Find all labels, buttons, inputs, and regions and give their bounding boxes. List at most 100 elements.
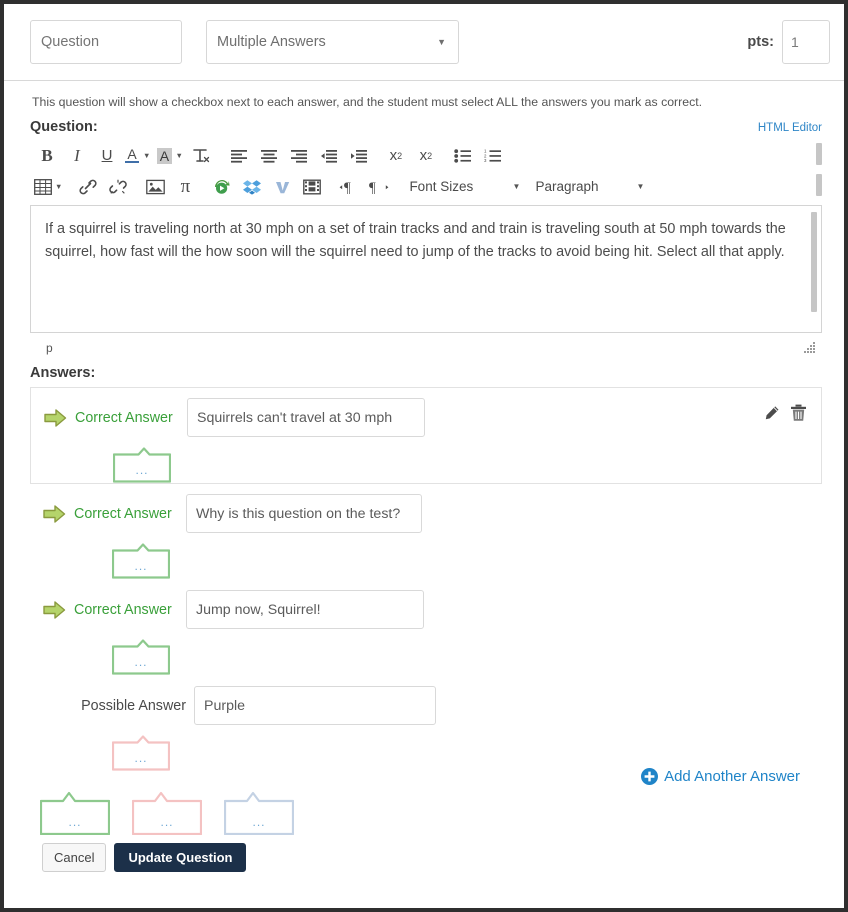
answer-comment-bubble[interactable]: ... [112,447,172,483]
answer-status-label: Correct Answer [74,505,172,522]
answer-text-input[interactable] [194,686,436,725]
question-text-editor[interactable]: If a squirrel is traveling north at 30 m… [30,205,822,333]
answer-row[interactable]: Correct Answer ... [30,484,822,580]
table-icon[interactable] [32,173,54,201]
svg-text:¶: ¶ [369,180,376,195]
rtl-direction-icon[interactable]: ¶ [364,173,394,201]
bubble-dots: ... [135,463,149,477]
question-label: Question: [30,119,98,135]
background-color-button[interactable]: A ▼ [154,142,186,170]
font-sizes-select[interactable]: Font Sizes ▼ [401,173,527,201]
bold-icon[interactable]: B [32,142,62,170]
correct-answer-arrow-icon [42,503,68,525]
question-name-input[interactable] [30,20,182,64]
bubble-dots: ... [134,751,148,765]
subscript-icon[interactable]: x2 [411,142,441,170]
paragraph-select[interactable]: Paragraph ▼ [527,173,651,201]
chevron-down-icon: ▼ [512,182,521,191]
underline-icon[interactable]: U [92,142,122,170]
points-label: pts: [747,34,774,50]
text-color-icon[interactable]: A [122,142,142,170]
answer-text-input[interactable] [186,590,424,629]
editor-resize-grip[interactable] [804,342,816,354]
answer-row[interactable]: Correct Answer ... [30,580,822,676]
answer-text-input[interactable] [186,494,422,533]
points-input[interactable] [782,20,830,64]
answer-top-row: Correct Answer [43,398,811,437]
numbered-list-icon[interactable]: 123 [478,142,508,170]
editor-scrollbar-thumb[interactable] [811,212,817,312]
editor-statusbar: p [30,333,822,363]
italic-icon[interactable]: I [62,142,92,170]
font-sizes-value: Font Sizes [409,179,474,194]
answers-label: Answers: [30,365,96,381]
cancel-button[interactable]: Cancel [42,843,107,872]
superscript-icon[interactable]: x2 [381,142,411,170]
general-comment-bubble[interactable]: ... [223,791,295,836]
answer-status-label: Correct Answer [74,601,172,618]
question-type-value: Multiple Answers [217,34,326,50]
question-text: If a squirrel is traveling north at 30 m… [45,221,786,261]
editor-scrollbar[interactable] [810,208,819,330]
question-type-hint: This question will show a checkbox next … [32,95,703,109]
answer-comment-bubble[interactable]: ... [111,735,171,771]
align-right-icon[interactable] [284,142,314,170]
bubble-dots: ... [252,815,266,829]
chevron-down-icon: ▼ [175,151,183,160]
answer-top-row: Correct Answer [42,494,812,533]
general-comment-bubbles: ... ... ... [30,785,822,836]
question-header-bar: Multiple Answers ▼ pts: [4,4,844,81]
answer-row[interactable]: Correct Answer ... [30,387,822,484]
answer-status-label: Correct Answer [75,409,173,426]
svg-text:¶: ¶ [344,180,351,195]
question-type-select[interactable]: Multiple Answers ▼ [206,20,459,64]
answer-text-input[interactable] [187,398,425,437]
text-color-button[interactable]: A ▼ [122,142,154,170]
background-color-icon[interactable]: A [154,142,174,170]
link-icon[interactable] [73,173,103,201]
align-center-icon[interactable] [254,142,284,170]
table-button[interactable]: ▼ [32,173,66,201]
answer-comment-bubble[interactable]: ... [111,543,171,579]
bubble-dots: ... [68,815,82,829]
toolbar-row-1: B I U A ▼ A ▼ x 2 x 2 1 2 3 [30,140,822,171]
vimeo-icon[interactable] [267,173,297,201]
delete-answer-icon[interactable] [790,404,807,427]
edit-answer-icon[interactable] [763,405,780,427]
bubble-dots: ... [134,655,148,669]
incorrect-comment-bubble[interactable]: ... [131,791,203,836]
chevron-down-icon: ▼ [143,151,151,160]
element-path: p [46,341,53,355]
align-left-icon[interactable] [224,142,254,170]
footer-actions: Cancel Update Question [30,835,822,872]
toolbar-scrollbar-1[interactable] [816,143,822,165]
film-icon[interactable] [297,173,327,201]
math-equation-icon[interactable]: π [170,173,200,201]
rich-text-editor: B I U A ▼ A ▼ x 2 x 2 1 2 3 ▼ π ¶ ¶ Font… [30,140,822,363]
dropbox-icon[interactable] [237,173,267,201]
outdent-icon[interactable] [314,142,344,170]
correct-comment-bubble[interactable]: ... [39,791,111,836]
answer-status-label: Possible Answer [81,697,186,714]
points-group: pts: [747,20,830,64]
bullet-list-icon[interactable] [448,142,478,170]
correct-answer-arrow-icon [42,599,68,621]
answer-row[interactable]: Possible Answer ... [30,676,822,772]
bubble-dots: ... [160,815,174,829]
question-editor-window: Multiple Answers ▼ pts: This question wi… [0,0,848,912]
paragraph-value: Paragraph [535,179,599,194]
update-question-button[interactable]: Update Question [114,843,247,872]
indent-icon[interactable] [344,142,374,170]
question-label-row: Question: HTML Editor [30,119,822,135]
answer-comment-bubble[interactable]: ... [111,639,171,675]
ltr-direction-icon[interactable]: ¶ [334,173,364,201]
image-icon[interactable] [140,173,170,201]
correct-answer-arrow-icon [43,407,69,429]
media-record-icon[interactable] [207,173,237,201]
bubble-dots: ... [134,559,148,573]
clear-formatting-icon[interactable] [187,142,217,170]
toolbar-scrollbar-2[interactable] [816,174,822,196]
chevron-down-icon: ▼ [636,182,645,191]
unlink-icon[interactable] [103,173,133,201]
html-editor-link[interactable]: HTML Editor [758,122,822,134]
